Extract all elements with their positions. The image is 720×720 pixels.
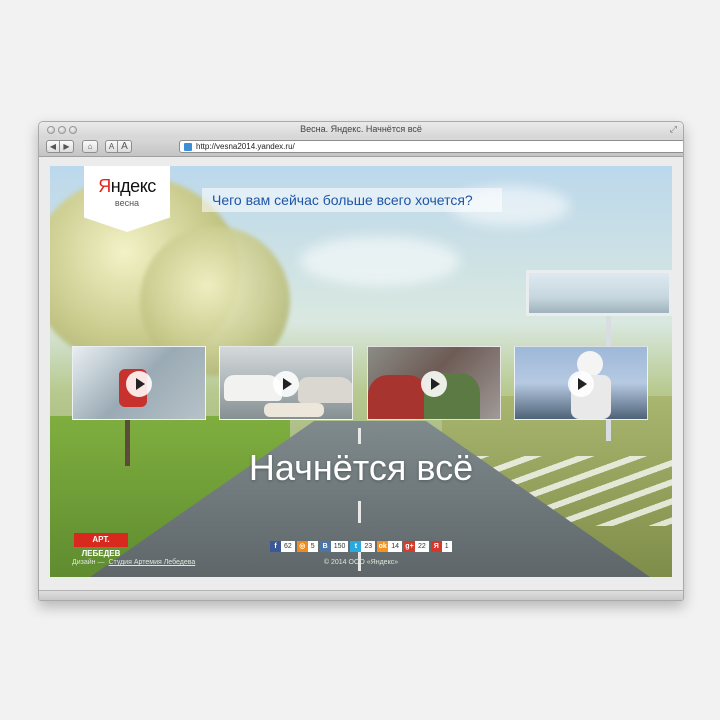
logo-first-letter: Я (98, 176, 111, 196)
question-prompt[interactable]: Чего вам сейчас больше всего хочется? (202, 188, 502, 212)
video-thumbnail-1[interactable] (72, 346, 206, 420)
share-count: 150 (330, 541, 349, 552)
share-button[interactable]: g+ 22 (403, 541, 429, 552)
logo-rest: ндекс (110, 176, 157, 196)
play-icon[interactable] (273, 371, 299, 397)
share-count: 14 (388, 541, 402, 552)
cloud-decoration (300, 236, 460, 286)
page-content: Яндекс весна Чего вам сейчас больше всег… (50, 166, 672, 577)
browser-window: Весна. Яндекс. Начнётся всё ⤢ ◀ ▶ ⌂ A A … (38, 121, 684, 601)
billboard (526, 270, 672, 316)
share-network-icon: g+ (403, 541, 415, 552)
increase-font-button[interactable]: A (118, 140, 132, 153)
share-count: 62 (281, 541, 295, 552)
logo-subtitle: весна (114, 198, 140, 208)
video-thumbnail-4[interactable] (514, 346, 648, 420)
share-button[interactable]: ◎ 5 (296, 541, 318, 552)
window-title: Весна. Яндекс. Начнётся всё (300, 124, 422, 134)
share-network-icon: t (350, 541, 362, 552)
road-marking (358, 428, 361, 444)
share-network-icon: B (319, 541, 331, 552)
play-icon[interactable] (568, 371, 594, 397)
share-button[interactable]: Я1 (430, 541, 452, 552)
play-icon[interactable] (421, 371, 447, 397)
person-figure (368, 375, 428, 419)
geese (264, 403, 324, 417)
url-text: http://vesna2014.yandex.ru/ (196, 142, 295, 151)
copyright: © 2014 ООО «Яндекс» (323, 559, 399, 566)
share-buttons: f 62 ◎ 5 B 150 t 23 ok 14 g+ 22 Я 1 (270, 541, 454, 552)
share-count: 5 (307, 541, 318, 552)
studio-logo[interactable]: АРТ. ЛЕБЕДЕВ (74, 533, 128, 558)
video-thumbnail-3[interactable] (367, 346, 501, 420)
share-button[interactable]: t 23 (350, 541, 376, 552)
title-bar: Весна. Яндекс. Начнётся всё ⤢ (39, 122, 683, 138)
logo-wordmark: Яндекс (84, 176, 170, 197)
back-button[interactable]: ◀ (46, 140, 60, 153)
decrease-font-button[interactable]: A (105, 140, 118, 153)
video-thumbnail-2[interactable] (219, 346, 353, 420)
share-network-icon: ◎ (296, 541, 308, 552)
share-network-icon: ok (377, 541, 389, 552)
play-icon[interactable] (126, 371, 152, 397)
share-button[interactable]: f 62 (270, 541, 295, 552)
fullscreen-icon[interactable]: ⤢ (670, 124, 677, 135)
share-button[interactable]: ok 14 (377, 541, 402, 552)
share-count: 23 (361, 541, 376, 552)
favicon-icon (184, 143, 192, 151)
forward-button[interactable]: ▶ (60, 140, 74, 153)
window-bottom-bar (39, 590, 683, 600)
home-button[interactable]: ⌂ (82, 140, 98, 153)
share-button[interactable]: B 150 (319, 541, 349, 552)
browser-toolbar: ◀ ▶ ⌂ A A http://vesna2014.yandex.ru/ (39, 138, 683, 157)
taxi-car (298, 377, 352, 403)
share-network-icon: f (270, 541, 281, 552)
share-count: 22 (414, 541, 429, 552)
headline: Начнётся всё (248, 447, 474, 488)
road-marking (358, 501, 361, 523)
address-bar[interactable]: http://vesna2014.yandex.ru/ (179, 140, 683, 153)
share-network-icon: Я (430, 541, 442, 552)
share-count: 1 (441, 541, 452, 552)
